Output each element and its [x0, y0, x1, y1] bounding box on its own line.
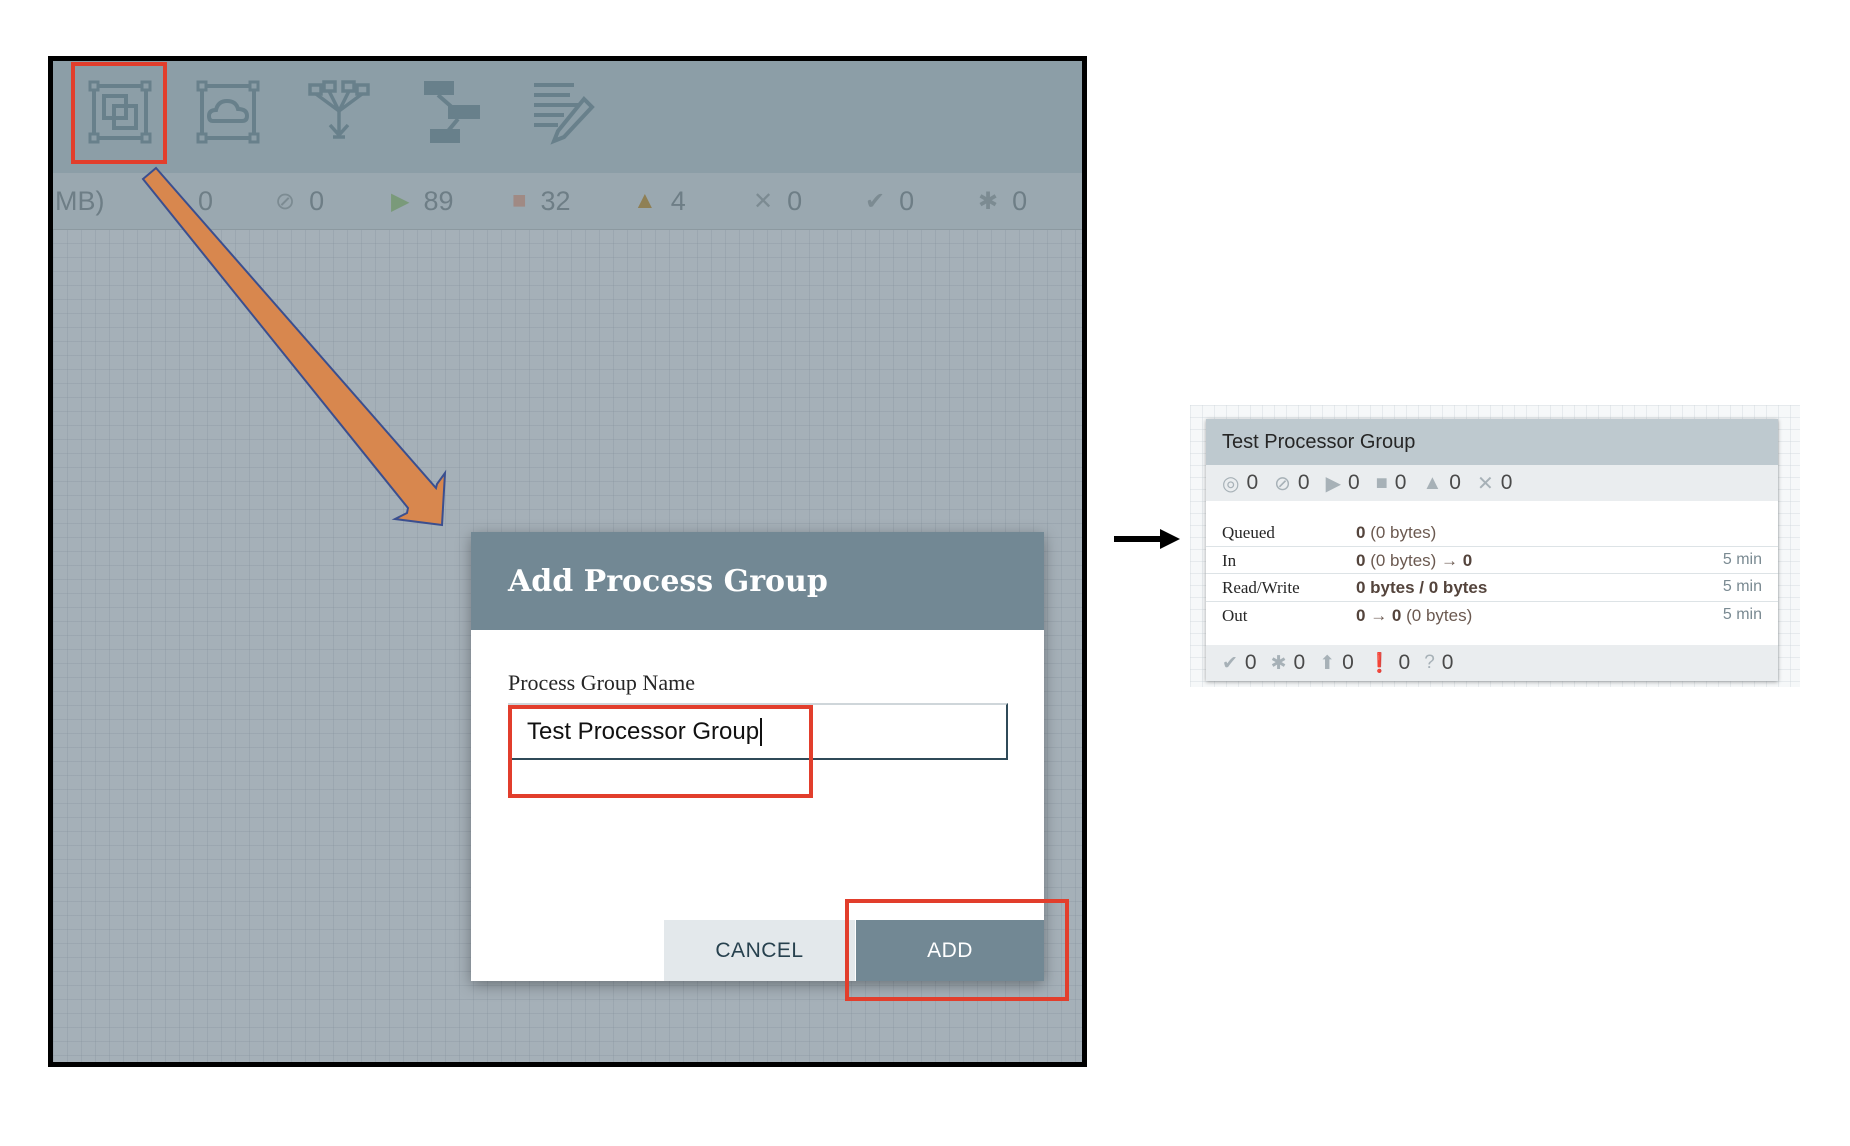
- invalid-icon: ▲: [1422, 471, 1443, 494]
- not-transmitting-icon: ⊘: [275, 187, 296, 215]
- up-to-date-icon: ✔: [1222, 652, 1238, 674]
- stopped-icon: ■: [1375, 471, 1388, 494]
- locally-modified-icon: ✱: [1270, 652, 1287, 674]
- template-icon: [424, 81, 480, 143]
- status-invalid: ▲ 4: [633, 185, 686, 216]
- status-up-to-date: ✔ 0: [865, 185, 915, 216]
- up-to-date-icon: ✔: [865, 187, 886, 215]
- remote-process-group-icon: [196, 80, 260, 144]
- transmitting-icon: ◎: [1222, 472, 1240, 495]
- process-group-version-stats: ✔ 0 ✱ 0 ⬆ 0 ❗ 0 ? 0: [1206, 645, 1778, 681]
- process-group-card[interactable]: Test Processor Group ◎ 0 ⊘ 0 ▶ 0 ■ 0 ▲ 0 ✕ 0 Q…: [1206, 419, 1778, 681]
- metric-row-queued: Queued 0 (0 bytes): [1206, 519, 1778, 547]
- stale-icon: ⬆: [1319, 652, 1336, 674]
- status-not-transmitting: ⊘ 0: [275, 185, 325, 216]
- label-tool[interactable]: [530, 79, 596, 145]
- status-running: ▶ 89: [391, 185, 454, 216]
- metric-row-in: In 0 (0 bytes) → 0 5 min: [1206, 547, 1778, 574]
- status-locally-modified: ✱ 0: [978, 185, 1028, 216]
- invalid-icon: ▲: [633, 187, 657, 214]
- transmitting-icon: ◎: [163, 187, 184, 215]
- dialog-title: Add Process Group: [471, 532, 1044, 630]
- sync-failure-icon: ❗: [1367, 653, 1392, 674]
- unknown-icon: ?: [1424, 652, 1435, 673]
- metric-row-read-write: Read/Write 0 bytes / 0 bytes 5 min: [1206, 574, 1778, 602]
- status-bar: MB) ◎ 0 ⊘ 0 ▶ 89 ■ 32 ▲ 4 ✕ 0 ✔ 0 ✱ 0: [53, 173, 1082, 230]
- not-transmitting-icon: ⊘: [1274, 472, 1291, 495]
- status-disabled: ✕ 0: [753, 185, 803, 216]
- disabled-icon: ✕: [753, 187, 774, 215]
- process-group-preview: Test Processor Group ◎ 0 ⊘ 0 ▶ 0 ■ 0 ▲ 0 ✕ 0 Q…: [1190, 405, 1800, 687]
- label-icon: [534, 83, 595, 145]
- status-stopped: ■ 32: [512, 185, 571, 216]
- stopped-icon: ■: [512, 187, 527, 214]
- locally-modified-icon: ✱: [978, 187, 999, 215]
- running-icon: ▶: [391, 187, 410, 215]
- process-group-name-label: Process Group Name: [508, 670, 695, 695]
- highlight-process-group-tool: [71, 62, 167, 164]
- funnel-icon: [308, 80, 370, 139]
- disabled-icon: ✕: [1476, 472, 1494, 495]
- process-group-title: Test Processor Group: [1206, 419, 1778, 465]
- highlight-add-button: [845, 899, 1069, 1001]
- funnel-tool[interactable]: [306, 79, 372, 145]
- process-group-stats: ◎ 0 ⊘ 0 ▶ 0 ■ 0 ▲ 0 ✕ 0: [1206, 465, 1778, 501]
- status-transmitting: ◎ 0: [163, 185, 213, 216]
- remote-process-group-tool[interactable]: [195, 79, 261, 145]
- cancel-button[interactable]: CANCEL: [664, 920, 855, 981]
- template-tool[interactable]: [418, 79, 484, 145]
- running-icon: ▶: [1325, 472, 1341, 495]
- metric-row-out: Out 0 → 0 (0 bytes) 5 min: [1222, 605, 1762, 625]
- right-arrow-icon: [1114, 529, 1180, 549]
- process-group-metrics: Queued 0 (0 bytes) In 0 (0 bytes) → 0 5 …: [1206, 519, 1778, 628]
- components-toolbar: [53, 61, 1082, 173]
- highlight-name-input: [508, 705, 813, 798]
- status-prefix: MB): [55, 185, 105, 216]
